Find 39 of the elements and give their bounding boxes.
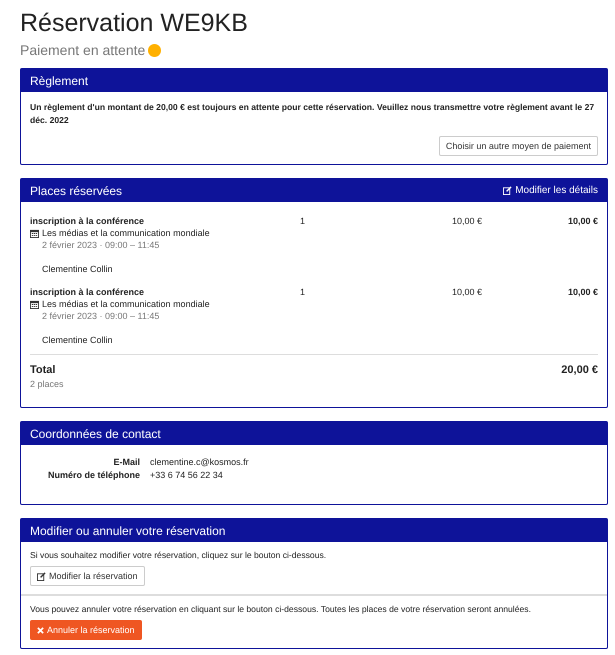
line-total-cell-text: 10,00 €	[566, 215, 598, 228]
attendee-name: Clementine Collin	[41, 334, 114, 346]
edit-icon	[503, 186, 512, 195]
event-name: Les médias et la communication mondiale	[42, 227, 210, 239]
payment-method-button[interactable]: Choisir un autre moyen de paiement	[438, 136, 598, 156]
modify-button[interactable]: Modifier la réservation	[30, 566, 145, 586]
payment-message: Un règlement d'un montant de 20,00 € est toujours en attente pour cette réservation. Veuillez nous transmettre votre règlement avant le 27 déc. 2022	[30, 101, 596, 127]
calendar-icon	[30, 228, 39, 238]
panel-title: Coordonnées de contact	[30, 426, 161, 440]
edit-icon	[37, 572, 46, 580]
status-dot-icon	[148, 44, 162, 56]
contact-value: +33 6 74 56 22 34	[150, 469, 224, 481]
cancel-text: Vous pouvez annuler votre réservation en cliquant sur le bouton ci-dessous. Toutes les places de votre réservation seront annulées.	[30, 603, 531, 615]
panel-title: Règlement	[30, 74, 88, 88]
event-date: 2 février 2023 · 09:00 – 11:45	[41, 310, 160, 322]
total-label: Total	[30, 363, 56, 377]
event-date: 2 février 2023 · 09:00 – 11:45	[41, 239, 160, 251]
product-name: inscription à la conférence	[30, 215, 146, 227]
attendee-name: Clementine Collin	[41, 263, 114, 275]
places-count: 2 places	[30, 378, 64, 391]
modify-text: Si vous souhaitez modifier votre réservation, cliquez sur le bouton ci-dessous.	[30, 549, 326, 561]
quantity-cell-text: 1	[300, 215, 306, 228]
event-name: Les médias et la communication mondiale	[42, 298, 210, 310]
edit-details-link[interactable]: Modifier les détails	[503, 185, 598, 196]
contact-label: E-Mail	[112, 456, 140, 468]
product-name: inscription à la conférence	[30, 286, 146, 298]
price-cell-text: 10,00 €	[450, 286, 482, 299]
status-text: Paiement en attente	[20, 42, 146, 58]
panel-title: Places réservées	[30, 184, 122, 198]
quantity-cell-text: 1	[300, 286, 306, 299]
contact-label: Numéro de téléphone	[46, 469, 140, 481]
price-cell-text: 10,00 €	[450, 215, 482, 228]
contact-value: clementine.c@kosmos.fr	[150, 456, 250, 468]
page-title: Réservation WE9KB	[20, 8, 249, 38]
calendar-icon	[30, 300, 39, 308]
line-total-cell-text: 10,00 €	[566, 286, 598, 299]
close-icon	[37, 626, 44, 634]
panel-title: Modifier ou annuler votre réservation	[30, 524, 226, 538]
total-amount: 20,00 €	[561, 363, 598, 378]
